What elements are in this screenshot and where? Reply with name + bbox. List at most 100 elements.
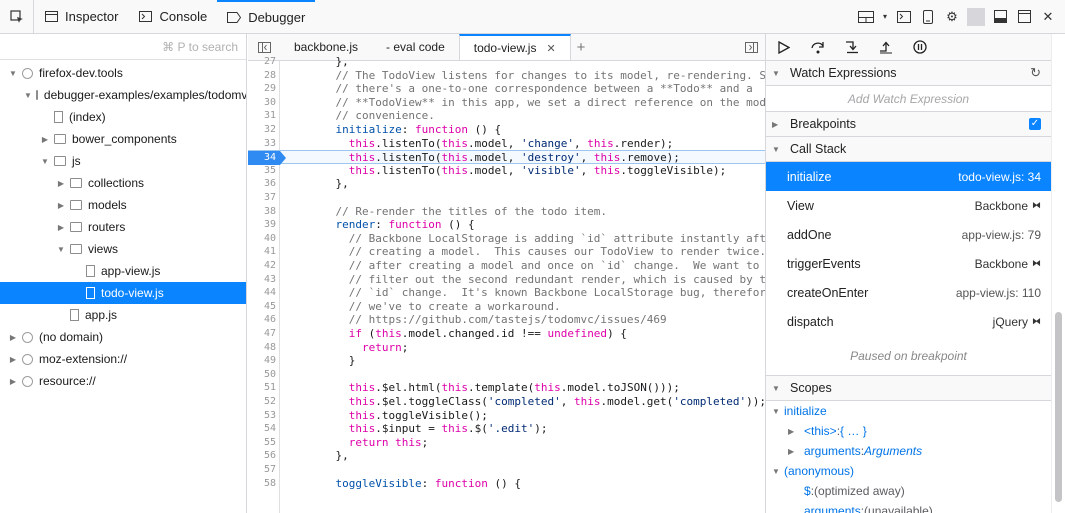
tree-item[interactable]: ▼ js (0, 150, 246, 172)
line-number[interactable]: 50 (248, 368, 276, 382)
code-line[interactable]: 35 this.listenTo(this.model, 'visible', … (248, 164, 765, 178)
line-number[interactable]: 46 (248, 313, 276, 327)
tree-item[interactable]: ▶ bower_components (0, 128, 246, 150)
code-line[interactable]: 41 // creating a model. This causes our … (248, 245, 765, 259)
code-line[interactable]: 45 // we've to create a workaround. (248, 300, 765, 314)
collapsed-arrow-icon[interactable]: ▶ (8, 377, 18, 386)
line-number[interactable]: 45 (248, 300, 276, 314)
resume-icon[interactable] (776, 39, 792, 55)
scratchpad-icon[interactable] (895, 8, 913, 26)
responsive-mode-icon[interactable] (919, 8, 937, 26)
pane-scrollbar[interactable] (1051, 34, 1065, 513)
code-line[interactable]: 47 if (this.model.changed.id !== undefin… (248, 327, 765, 341)
line-number[interactable]: 49 (248, 354, 276, 368)
tab-debugger[interactable]: Debugger (217, 0, 316, 33)
code-line[interactable]: 32 initialize: function () { (248, 123, 765, 137)
line-number[interactable]: 47 (248, 327, 276, 341)
line-number[interactable]: 52 (248, 395, 276, 409)
scopes-header[interactable]: ▼ Scopes (766, 376, 1051, 401)
collapsed-arrow-icon[interactable]: ▶ (8, 355, 18, 364)
pause-on-exceptions-icon[interactable] (912, 39, 928, 55)
expanded-arrow-icon[interactable]: ▼ (24, 91, 32, 100)
tab-console[interactable]: Console (128, 0, 217, 33)
collapsed-arrow-icon[interactable]: ▶ (56, 179, 66, 188)
call-stack-frame[interactable]: addOne app-view.js: 79 (766, 220, 1051, 249)
collapsed-arrow-icon[interactable]: ▶ (788, 447, 800, 456)
scope-item[interactable]: arguments : (unavailable) (766, 501, 1051, 513)
scope-item[interactable]: ▼ initialize (766, 401, 1051, 421)
step-in-icon[interactable] (844, 39, 860, 55)
dock-window-icon[interactable] (1015, 8, 1033, 26)
line-number[interactable]: 51 (248, 381, 276, 395)
line-number[interactable]: 36 (248, 177, 276, 191)
line-number[interactable]: 53 (248, 409, 276, 423)
collapsed-arrow-icon[interactable]: ▶ (56, 223, 66, 232)
code-line[interactable]: 51 this.$el.html(this.template(this.mode… (248, 381, 765, 395)
line-number[interactable]: 58 (248, 477, 276, 491)
tree-item[interactable]: ▶ collections (0, 172, 246, 194)
code-line[interactable]: 38 // Re-render the titles of the todo i… (248, 205, 765, 219)
tree-item[interactable]: app-view.js (0, 260, 246, 282)
code-line[interactable]: 49 } (248, 354, 765, 368)
line-number[interactable]: 57 (248, 463, 276, 477)
refresh-icon[interactable]: ↻ (1030, 65, 1041, 81)
scrollbar-thumb[interactable] (1055, 312, 1062, 502)
line-number[interactable]: 39 (248, 218, 276, 232)
code-line[interactable]: 39 render: function () { (248, 218, 765, 232)
expanded-arrow-icon[interactable]: ▼ (772, 407, 784, 416)
expanded-arrow-icon[interactable]: ▼ (8, 69, 18, 78)
line-number[interactable]: 56 (248, 449, 276, 463)
scope-item[interactable]: $ : (optimized away) (766, 481, 1051, 501)
line-number[interactable]: 37 (248, 191, 276, 205)
dock-bottom-icon[interactable] (991, 8, 1009, 26)
tree-item[interactable]: ▶ resource:// (0, 370, 246, 392)
scope-item[interactable]: ▶ <this> : { … } (766, 421, 1051, 441)
split-console-icon[interactable] (857, 8, 875, 26)
line-number[interactable]: 48 (248, 341, 276, 355)
tree-item[interactable]: ▶ routers (0, 216, 246, 238)
code-line[interactable]: 36 }, (248, 177, 765, 191)
call-stack-frame[interactable]: triggerEvents Backbone ⧓ (766, 249, 1051, 278)
close-icon[interactable]: ✕ (1039, 8, 1057, 26)
expanded-arrow-icon[interactable]: ▼ (772, 467, 784, 476)
collapsed-arrow-icon[interactable]: ▶ (40, 135, 50, 144)
dropdown-icon[interactable]: ▾ (881, 8, 889, 26)
code-line[interactable]: 33 this.listenTo(this.model, 'change', t… (248, 137, 765, 151)
breakpoints-enabled-checkbox[interactable]: ✓ (1029, 118, 1041, 130)
code-line[interactable]: 53 this.toggleVisible(); (248, 409, 765, 423)
expanded-arrow-icon[interactable]: ▼ (40, 157, 50, 166)
tree-item[interactable]: ▼ firefox-dev.tools (0, 62, 246, 84)
call-stack-frame[interactable]: createOnEnter app-view.js: 110 (766, 278, 1051, 307)
element-picker-button[interactable] (0, 0, 34, 33)
code-line[interactable]: 54 this.$input = this.$('.edit'); (248, 422, 765, 436)
code-line[interactable]: 28 // The TodoView listens for changes t… (248, 69, 765, 83)
scope-item[interactable]: ▼ (anonymous) (766, 461, 1051, 481)
code-line[interactable]: 43 // filter out the second redundant re… (248, 273, 765, 287)
code-line[interactable]: 30 // **TodoView** in this app, we set a… (248, 96, 765, 110)
tree-item[interactable]: app.js (0, 304, 246, 326)
add-watch-expression-input[interactable]: Add Watch Expression (766, 86, 1051, 112)
code-line[interactable]: 50 (248, 368, 765, 382)
code-line[interactable]: 44 // `id` change. It's known Backbone L… (248, 286, 765, 300)
step-out-icon[interactable] (878, 39, 894, 55)
tree-item[interactable]: (index) (0, 106, 246, 128)
line-number[interactable]: 33 (248, 137, 276, 151)
line-number[interactable]: 55 (248, 436, 276, 450)
source-search[interactable]: ⌘ P to search (0, 34, 246, 60)
tab-inspector[interactable]: Inspector (34, 0, 128, 33)
breakpoints-header[interactable]: ▶ Breakpoints ✓ (766, 112, 1051, 137)
line-number[interactable]: 44 (248, 286, 276, 300)
watch-expressions-header[interactable]: ▼ Watch Expressions ↻ (766, 61, 1051, 86)
code-line[interactable]: 48 return; (248, 341, 765, 355)
tree-item[interactable]: ▶ (no domain) (0, 326, 246, 348)
call-stack-frame[interactable]: initialize todo-view.js: 34 (766, 162, 1051, 191)
call-stack-frame[interactable]: dispatch jQuery ⧓ (766, 307, 1051, 336)
expanded-arrow-icon[interactable]: ▼ (56, 245, 66, 254)
scope-item[interactable]: ▶ arguments : Arguments (766, 441, 1051, 461)
line-number[interactable]: 28 (248, 69, 276, 83)
line-number[interactable]: 38 (248, 205, 276, 219)
code-line[interactable]: 58 toggleVisible: function () { (248, 477, 765, 491)
collapsed-arrow-icon[interactable]: ▶ (56, 201, 66, 210)
tree-item[interactable]: todo-view.js (0, 282, 246, 304)
close-tab-icon[interactable]: ✕ (546, 42, 555, 55)
